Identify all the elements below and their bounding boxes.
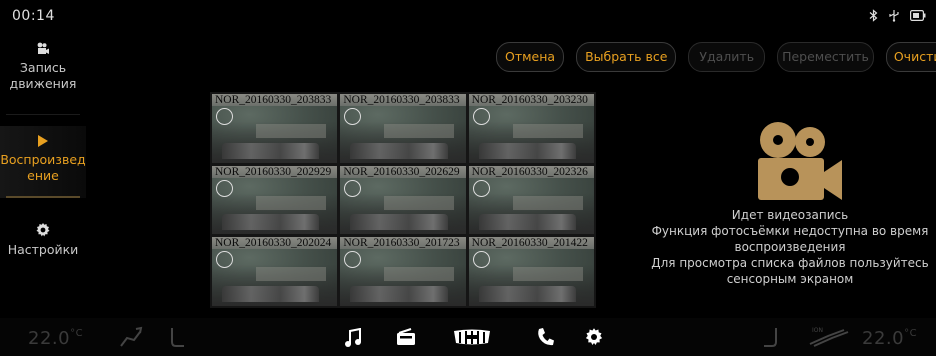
video-filename: NOR_20160330_203230 <box>471 94 588 106</box>
bluetooth-icon <box>869 9 878 22</box>
video-filename: NOR_20160330_203833 <box>343 94 460 106</box>
thumbnail-image <box>256 195 326 210</box>
radio-icon[interactable] <box>396 328 416 346</box>
climate-ion-icon[interactable]: ION <box>806 324 850 348</box>
move-button[interactable]: Переместить <box>777 42 874 72</box>
clock: 00:14 <box>12 8 55 24</box>
sidebar-item-playback[interactable]: Воспроизведение <box>0 126 86 198</box>
video-camera-icon <box>752 120 844 206</box>
video-filename: NOR_20160330_202326 <box>471 165 588 178</box>
video-filename: NOR_20160330_203833 <box>215 94 332 106</box>
sidebar-item-settings[interactable]: Настройки <box>0 222 86 262</box>
select-checkbox[interactable] <box>216 108 233 125</box>
video-filename: NOR_20160330_201422 <box>471 237 588 250</box>
status-bar: 00:14 <box>0 0 936 30</box>
temperature-unit: °C <box>70 328 84 339</box>
sidebar-item-label: Воспроизведение <box>0 152 86 183</box>
photo-unavailable-text: Функция фотосъёмки недоступна во время в… <box>651 224 929 254</box>
seat-heat-icon[interactable] <box>168 326 186 350</box>
video-thumbnail[interactable]: NOR_20160330_202629 <box>340 165 466 235</box>
clear-button[interactable]: Очистить <box>885 42 936 72</box>
thumbnail-image <box>256 124 326 138</box>
car-grille-icon[interactable] <box>452 328 492 346</box>
video-thumbnail[interactable]: NOR_20160330_202929 <box>212 165 338 235</box>
temperature-right-value: 22.0 <box>862 328 905 349</box>
bottom-bar: 22.0°C ION 22.0°C <box>0 318 936 356</box>
video-thumbnail[interactable]: NOR_20160330_203230 <box>468 94 594 163</box>
select-checkbox[interactable] <box>216 251 233 269</box>
select-checkbox[interactable] <box>344 251 362 269</box>
touchscreen-hint: Для просмотра списка файлов пользуйтесь … <box>651 256 929 286</box>
sidebar: Запись движения Воспроизведение Настройк… <box>0 30 86 315</box>
seat-recline-icon[interactable] <box>118 326 144 348</box>
select-all-button[interactable]: Выбрать все <box>576 42 677 72</box>
cancel-button[interactable]: Отмена <box>496 42 565 72</box>
video-filename: NOR_20160330_202024 <box>215 237 332 250</box>
music-icon[interactable] <box>344 328 362 348</box>
video-filename: NOR_20160330_201723 <box>343 237 460 250</box>
select-checkbox[interactable] <box>472 108 490 125</box>
recording-status: Идет видеозапись <box>731 208 849 222</box>
thumbnail-image <box>512 124 583 138</box>
seat-right-icon[interactable] <box>762 326 780 350</box>
sidebar-item-label: Настройки <box>7 242 79 257</box>
thumbnail-image <box>384 195 455 210</box>
battery-icon <box>910 10 926 21</box>
video-thumbnail[interactable]: NOR_20160330_201422 <box>468 237 594 306</box>
thumbnail-image <box>384 124 455 138</box>
divider <box>6 114 80 115</box>
select-checkbox[interactable] <box>472 179 490 197</box>
info-panel: Идет видеозапись Функция фотосъёмки недо… <box>640 207 936 287</box>
settings-icon[interactable] <box>584 327 604 347</box>
video-thumbnail[interactable]: NOR_20160330_203833 <box>340 94 466 163</box>
gear-icon <box>0 222 86 238</box>
thumbnail-image <box>512 195 583 210</box>
phone-icon[interactable] <box>536 327 554 347</box>
video-camera-icon <box>0 42 86 56</box>
sidebar-item-drive-recording[interactable]: Запись движения <box>0 42 86 102</box>
temperature-left[interactable]: 22.0°C <box>28 328 83 349</box>
sidebar-item-label: Запись движения <box>9 60 77 91</box>
video-thumbnail[interactable]: NOR_20160330_203833 <box>212 94 338 163</box>
active-indicator <box>6 196 80 198</box>
usb-icon <box>889 10 899 22</box>
temperature-right[interactable]: 22.0°C <box>862 328 917 349</box>
thumbnail-image <box>256 267 326 282</box>
thumbnail-image <box>384 267 455 282</box>
select-checkbox[interactable] <box>472 251 490 269</box>
delete-button[interactable]: Удалить <box>688 42 766 72</box>
video-thumbnail[interactable]: NOR_20160330_201723 <box>340 237 466 306</box>
thumbnail-image <box>512 267 583 282</box>
select-checkbox[interactable] <box>344 108 362 125</box>
play-icon <box>0 134 86 148</box>
temperature-left-value: 22.0 <box>28 328 71 349</box>
video-thumbnail[interactable]: NOR_20160330_202024 <box>212 237 338 306</box>
status-icons <box>869 9 926 22</box>
toolbar: Отмена Выбрать все Удалить Переместить О… <box>496 42 936 72</box>
video-filename: NOR_20160330_202929 <box>215 165 332 178</box>
video-filename: NOR_20160330_202629 <box>343 165 460 178</box>
video-grid: NOR_20160330_203833 NOR_20160330_203833 NO… <box>210 92 596 308</box>
temperature-unit: °C <box>904 328 918 339</box>
select-checkbox[interactable] <box>216 179 233 197</box>
svg-text:ION: ION <box>812 327 823 334</box>
select-checkbox[interactable] <box>344 179 362 197</box>
video-thumbnail[interactable]: NOR_20160330_202326 <box>468 165 594 235</box>
